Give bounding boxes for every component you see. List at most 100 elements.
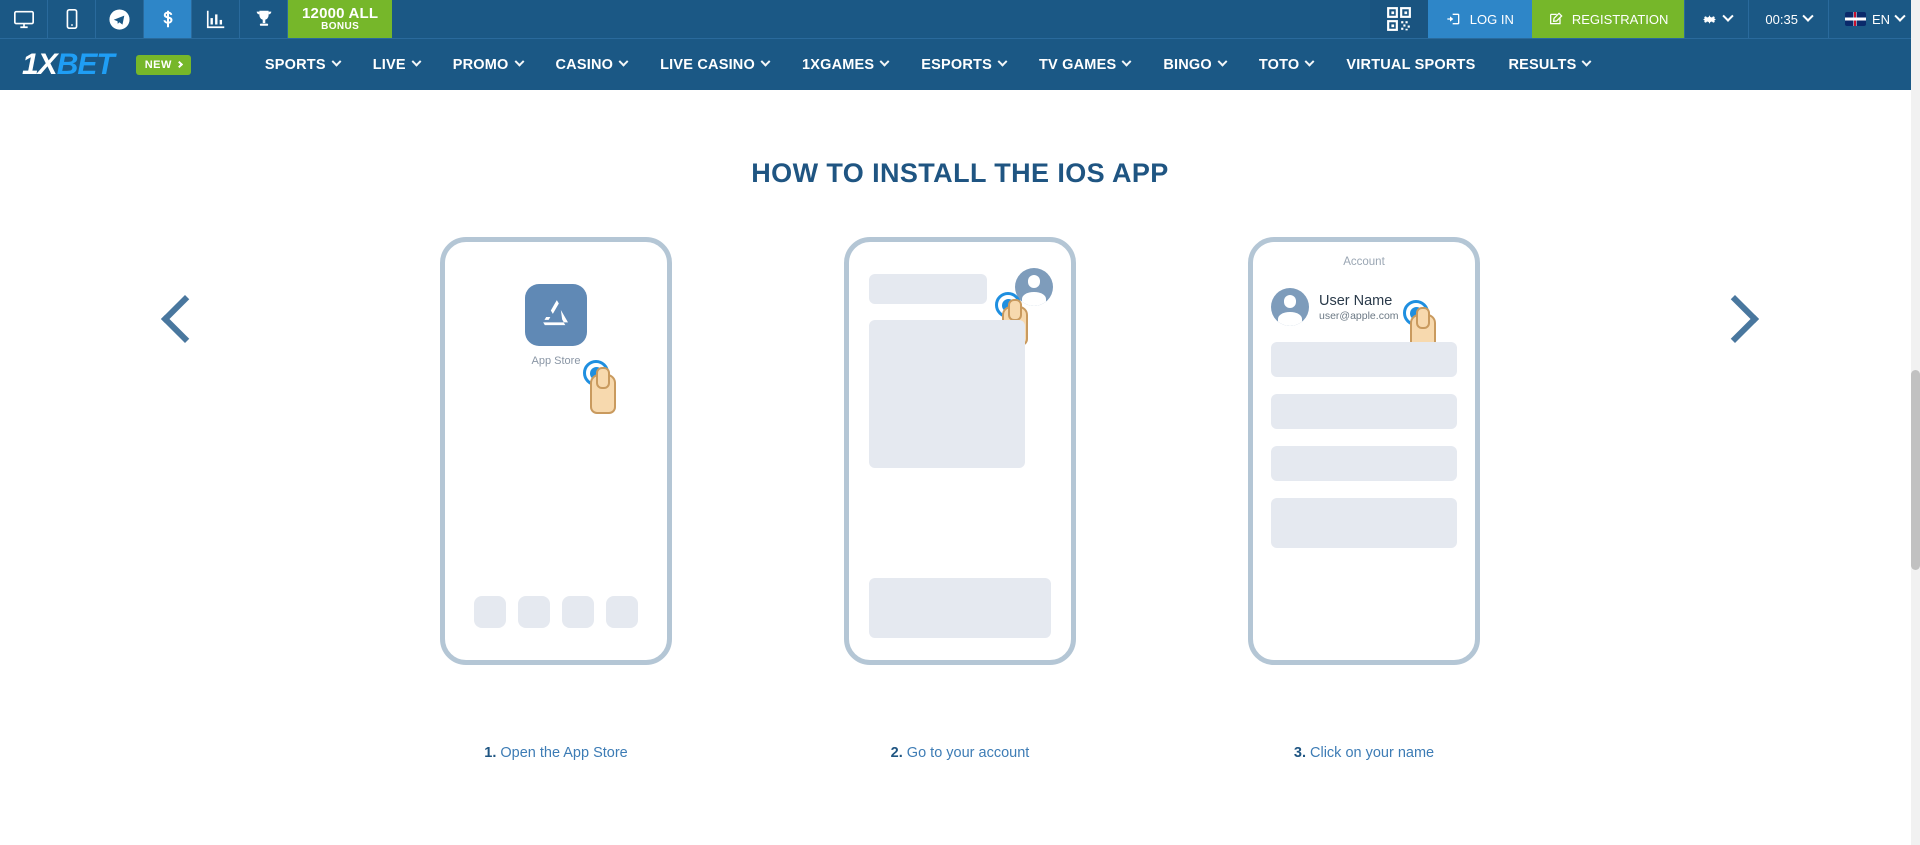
dock-app-placeholder xyxy=(518,596,550,628)
chevron-down-icon xyxy=(1582,56,1592,67)
nav-item-label: VIRTUAL SPORTS xyxy=(1346,56,1476,73)
settings-button[interactable] xyxy=(1684,0,1748,38)
nav-item-label: TV GAMES xyxy=(1038,56,1117,73)
chevron-down-icon xyxy=(1304,56,1315,67)
language-selector[interactable]: EN xyxy=(1827,0,1920,38)
nav-item-label: SPORTS xyxy=(264,56,326,73)
language-label: EN xyxy=(1871,11,1890,27)
user-name: User Name xyxy=(1319,292,1393,309)
telegram-icon[interactable] xyxy=(96,0,144,38)
nav-item-label: BINGO xyxy=(1163,56,1212,73)
avatar-body xyxy=(1278,312,1302,326)
login-label: LOG IN xyxy=(1469,11,1514,27)
nav-item-esports[interactable]: ESPORTS xyxy=(905,39,1022,91)
user-info: User Name user@apple.com xyxy=(1319,292,1399,322)
nav-item-label: ESPORTS xyxy=(921,56,992,73)
nav-item-live-casino[interactable]: LIVE CASINO xyxy=(644,39,785,91)
nav-item-casino[interactable]: CASINO xyxy=(540,39,644,91)
nav-item-label: LIVE CASINO xyxy=(660,56,755,73)
nav-item-label: LIVE xyxy=(372,56,406,73)
nav-item-label: 1XGAMES xyxy=(801,56,875,73)
nav-item-1xgames[interactable]: 1XGAMES xyxy=(786,39,904,91)
account-user-row[interactable]: User Name user@apple.com xyxy=(1271,288,1399,326)
install-steps-carousel: App Store Account User Name user@apple.c… xyxy=(0,237,1920,665)
bonus-badge[interactable]: 12000 ALL BONUS xyxy=(288,0,393,38)
arrow-right-icon xyxy=(175,60,183,69)
page-scrollbar[interactable] xyxy=(1911,0,1920,845)
uk-flag-icon xyxy=(1844,12,1866,26)
nav-item-tv-games[interactable]: TV GAMES xyxy=(1023,39,1146,91)
scrollbar-thumb[interactable] xyxy=(1911,370,1920,570)
chevron-down-icon xyxy=(1217,56,1228,67)
step-caption-text: Go to your account xyxy=(906,745,1030,761)
registration-button[interactable]: REGISTRATION xyxy=(1531,0,1685,38)
topbar-right-group: LOG IN REGISTRATION 00:35 EN xyxy=(1369,0,1920,38)
nav-item-live[interactable]: LIVE xyxy=(357,39,436,91)
step-captions: 1. Open the App Store 2. Go to your accou… xyxy=(0,745,1920,761)
login-icon xyxy=(1447,13,1460,25)
chevron-down-icon xyxy=(411,56,422,67)
login-button[interactable]: LOG IN xyxy=(1427,0,1532,38)
nav-item-label: CASINO xyxy=(555,56,614,73)
statistics-icon[interactable] xyxy=(192,0,240,38)
nav-item-bingo[interactable]: BINGO xyxy=(1147,39,1242,91)
chevron-down-icon xyxy=(760,56,771,67)
bonus-label: BONUS xyxy=(321,20,360,32)
site-logo[interactable]: 1XBET xyxy=(22,47,115,82)
account-screen-title: Account xyxy=(1343,256,1385,268)
user-email: user@apple.com xyxy=(1319,310,1399,323)
chevron-down-icon xyxy=(618,56,629,67)
ripple-dot-icon xyxy=(590,367,603,380)
nav-item-toto[interactable]: TOTO xyxy=(1243,39,1330,91)
nav-item-virtual-sports[interactable]: VIRTUAL SPORTS xyxy=(1330,39,1491,91)
logo-first-part: 1X xyxy=(22,47,58,81)
nav-item-results[interactable]: RESULTS xyxy=(1492,39,1606,91)
new-badge[interactable]: NEW xyxy=(135,54,191,75)
chevron-down-icon xyxy=(331,56,342,67)
avatar-body xyxy=(1022,292,1046,306)
step-caption-text: Click on your name xyxy=(1310,745,1435,761)
registration-label: REGISTRATION xyxy=(1571,11,1669,27)
step-number: 2. xyxy=(890,745,903,761)
app-store-shortcut[interactable]: App Store xyxy=(525,284,587,367)
dock-app-placeholder xyxy=(562,596,594,628)
ripple-icon xyxy=(1403,300,1429,326)
desktop-icon[interactable] xyxy=(0,0,48,38)
current-time: 00:35 xyxy=(1765,11,1798,27)
phone-mockup-2 xyxy=(844,237,1076,665)
dock-app-placeholder xyxy=(606,596,638,628)
avatar-head xyxy=(1027,274,1041,288)
trophy-icon[interactable] xyxy=(240,0,288,38)
gear-icon xyxy=(1703,14,1717,24)
step-caption-1: 1. Open the App Store xyxy=(440,745,672,761)
nav-items: SPORTS LIVE PROMO CASINO LIVE CASINO 1XGAMES E… xyxy=(249,39,1607,91)
new-badge-label: NEW xyxy=(144,58,172,71)
nav-item-promo[interactable]: PROMO xyxy=(437,39,539,91)
step-number: 1. xyxy=(484,745,497,761)
chevron-down-icon xyxy=(997,56,1008,67)
ripple-dot-icon xyxy=(1002,299,1015,312)
chevron-down-icon xyxy=(1722,10,1735,22)
step-number: 3. xyxy=(1293,745,1306,761)
phone-dock xyxy=(445,596,667,628)
main-navigation: 1XBET NEW SPORTS LIVE PROMO CASINO LIVE CASI… xyxy=(0,38,1920,90)
dollar-icon[interactable] xyxy=(144,0,192,38)
step-caption-text: Open the App Store xyxy=(500,745,628,761)
install-step-3: Account User Name user@apple.com xyxy=(1248,237,1480,665)
account-avatar-button[interactable] xyxy=(1015,268,1053,306)
app-store-icon xyxy=(525,284,587,346)
step-caption-3: 3. Click on your name xyxy=(1248,745,1480,761)
phone-mockup-1: App Store xyxy=(440,237,672,665)
menu-row-placeholder xyxy=(1271,394,1457,429)
dock-app-placeholder xyxy=(474,596,506,628)
nav-item-sports[interactable]: SPORTS xyxy=(249,39,356,91)
chevron-down-icon xyxy=(1121,56,1132,67)
qr-code-icon[interactable] xyxy=(1369,0,1428,38)
chevron-down-icon xyxy=(1802,10,1814,22)
clock-button[interactable]: 00:35 xyxy=(1748,0,1828,38)
content-placeholder xyxy=(869,320,1025,468)
step-caption-2: 2. Go to your account xyxy=(844,745,1076,761)
phone-mockup-3: Account User Name user@apple.com xyxy=(1248,237,1480,665)
mobile-icon[interactable] xyxy=(48,0,96,38)
user-avatar xyxy=(1271,288,1309,326)
